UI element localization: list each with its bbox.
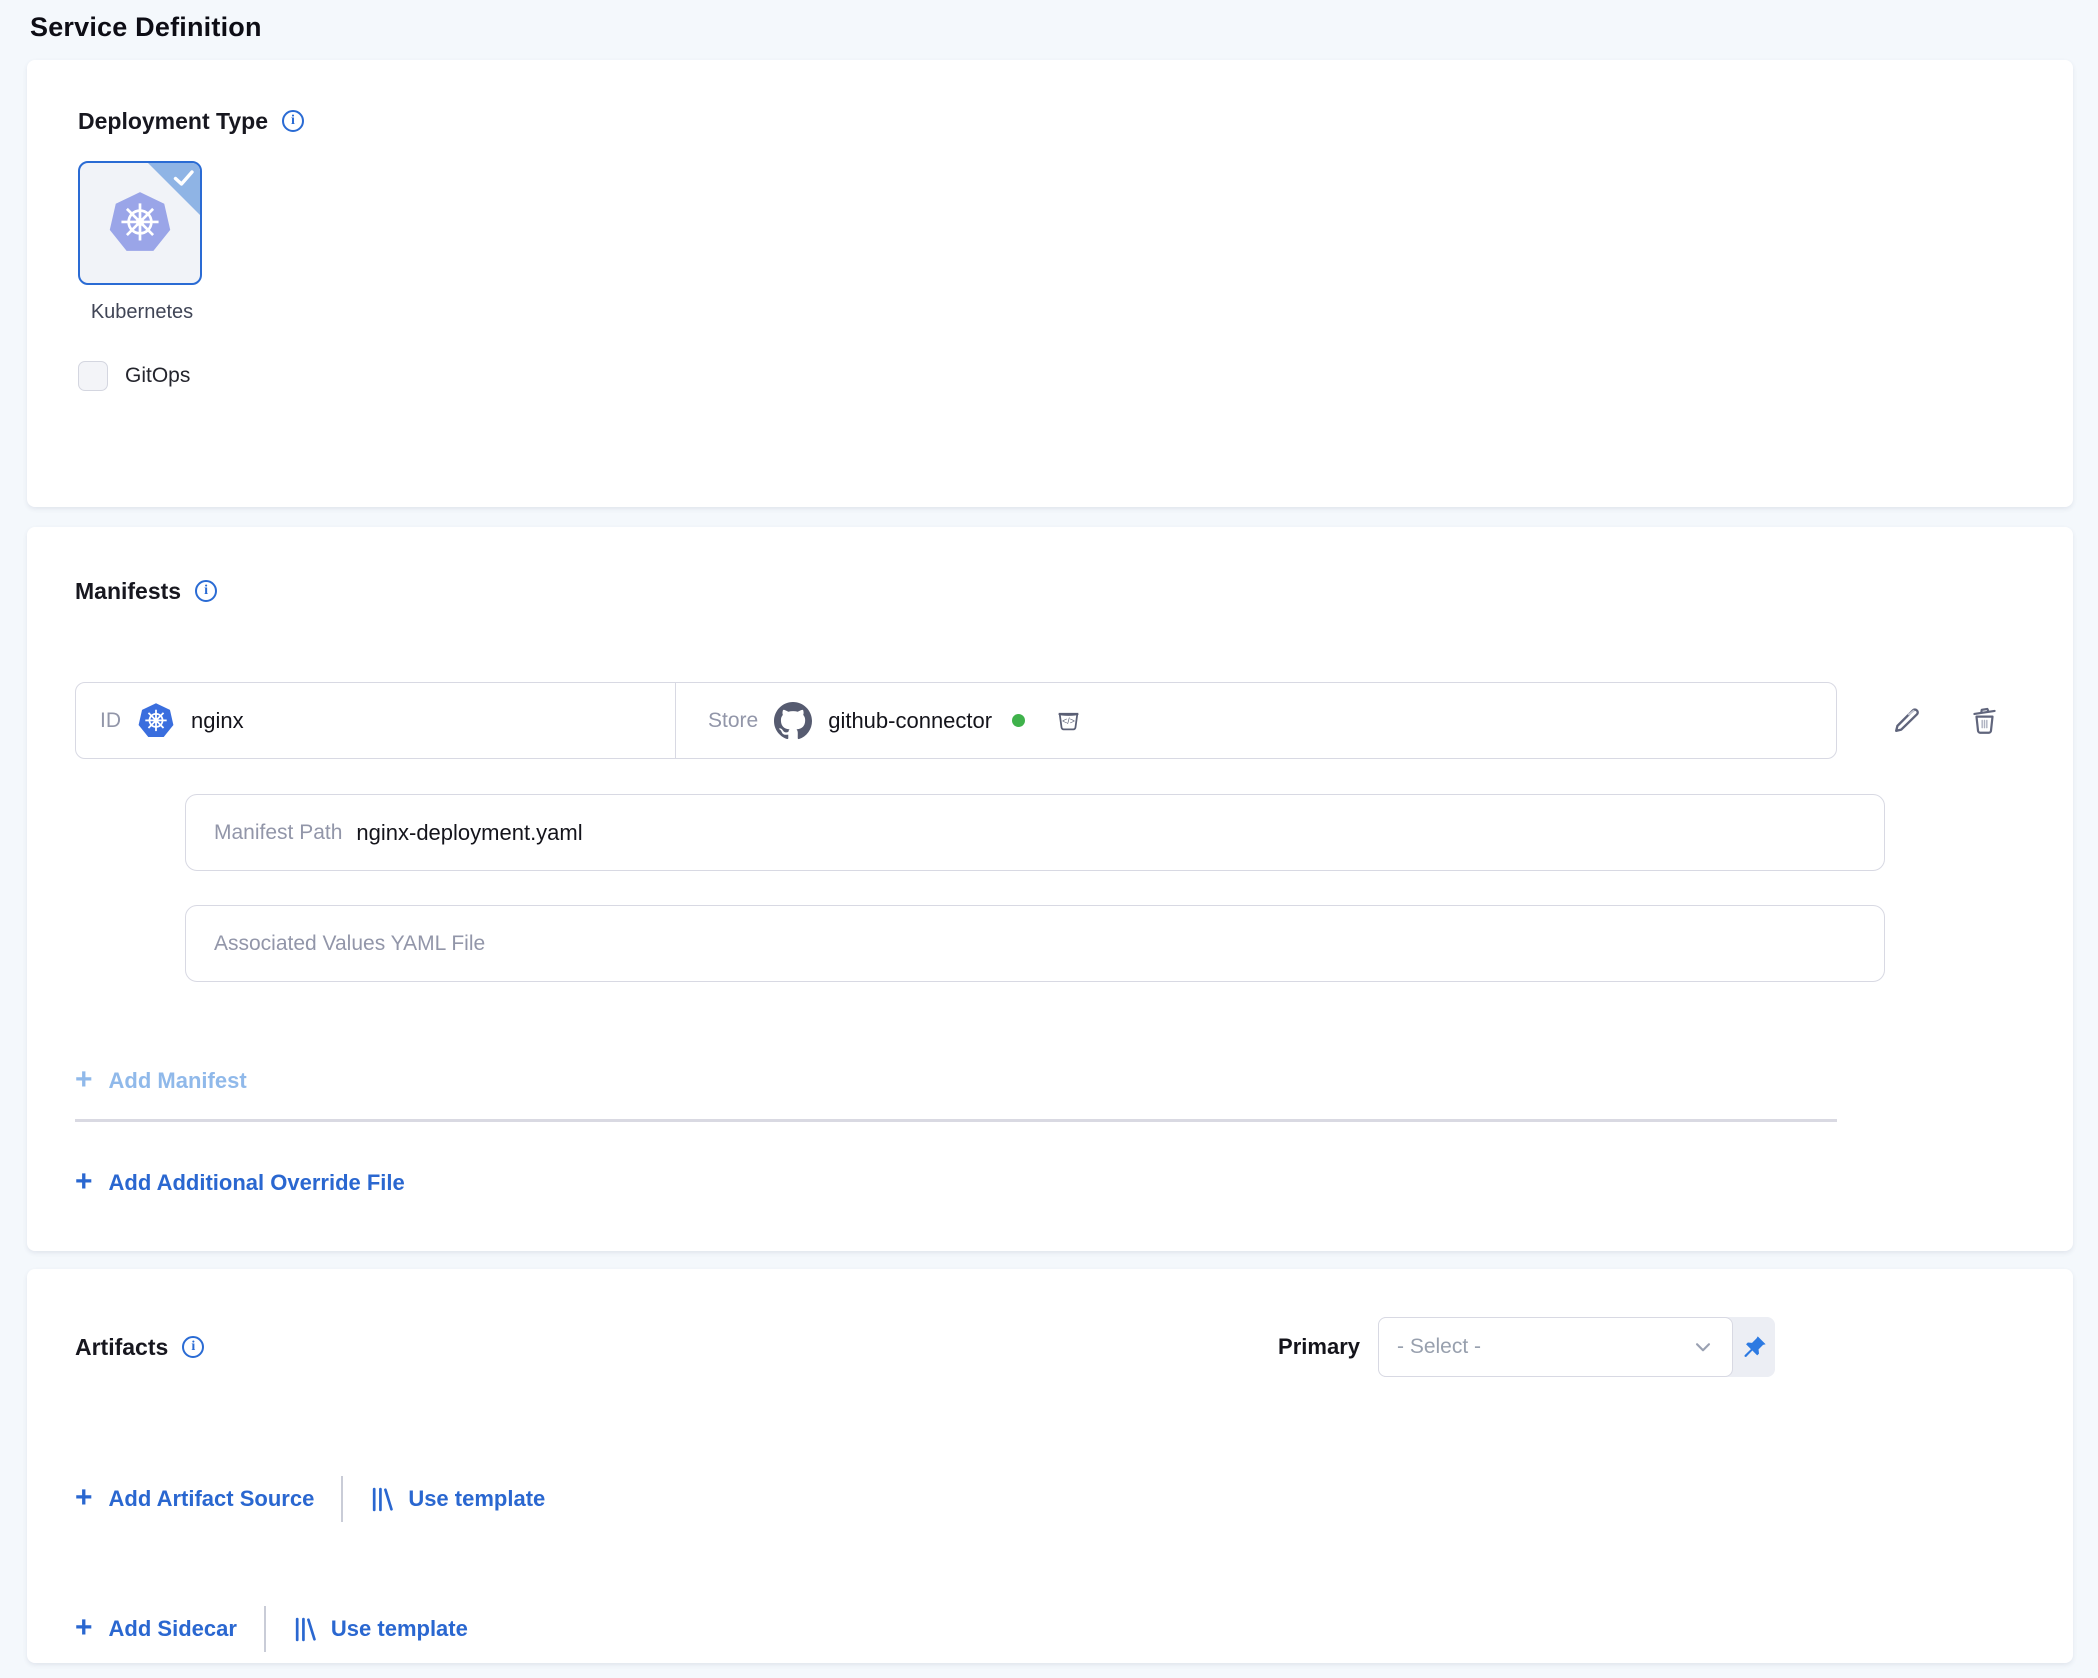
connector-status-dot: [1012, 714, 1025, 727]
artifacts-card: Artifacts Primary - Select -: [27, 1269, 2073, 1663]
add-manifest-button[interactable]: Add Manifest: [75, 1066, 247, 1096]
manifest-row-wrap: ID nginx: [75, 682, 2073, 759]
manifests-card: Manifests ID: [27, 527, 2073, 1251]
add-artifact-source-button[interactable]: Add Artifact Source: [75, 1484, 314, 1514]
template-library-icon: [370, 1486, 395, 1513]
add-override-file-button[interactable]: Add Additional Override File: [75, 1168, 405, 1198]
plus-icon: [75, 1065, 93, 1095]
use-template-sidecar-button[interactable]: Use template: [293, 1616, 468, 1643]
edit-manifest-button[interactable]: [1890, 704, 1923, 737]
chevron-down-icon: [1690, 1334, 1716, 1360]
manifest-row[interactable]: ID nginx: [75, 682, 1837, 759]
store-connector-value: github-connector: [828, 708, 992, 734]
gitops-checkbox[interactable]: [78, 361, 108, 391]
github-icon: [774, 702, 812, 740]
deployment-type-kubernetes-tile[interactable]: [78, 161, 202, 285]
code-icon[interactable]: </>: [1055, 707, 1082, 734]
plus-icon: [75, 1167, 93, 1197]
deployment-type-heading-row: Deployment Type: [78, 107, 2073, 135]
info-icon[interactable]: [282, 110, 304, 132]
manifest-id-label: ID: [100, 709, 121, 733]
plus-icon: [75, 1613, 93, 1643]
manifest-path-label: Manifest Path: [214, 821, 342, 845]
kubernetes-icon: [107, 190, 173, 256]
pin-icon: [1741, 1334, 1768, 1361]
artifacts-heading: Artifacts: [75, 1334, 168, 1361]
primary-select-value: - Select -: [1397, 1335, 1481, 1359]
gitops-label: GitOps: [125, 364, 190, 388]
manifests-heading-row: Manifests: [75, 577, 2073, 605]
info-icon[interactable]: [182, 1336, 204, 1358]
store-label: Store: [708, 709, 758, 733]
values-yaml-input[interactable]: Associated Values YAML File: [185, 905, 1885, 982]
use-template-artifact-button[interactable]: Use template: [370, 1486, 545, 1513]
sidecar-links-row: Add Sidecar Use template: [75, 1606, 2025, 1652]
primary-label: Primary: [1278, 1334, 1360, 1360]
delete-manifest-button[interactable]: [1969, 705, 2000, 736]
add-sidecar-label: Add Sidecar: [109, 1616, 237, 1642]
add-manifest-label: Add Manifest: [109, 1068, 247, 1094]
manifest-path-input[interactable]: Manifest Path nginx-deployment.yaml: [185, 794, 1885, 871]
add-override-label: Add Additional Override File: [109, 1170, 405, 1196]
primary-artifact-select[interactable]: - Select -: [1378, 1317, 1733, 1377]
use-template-label: Use template: [331, 1616, 468, 1642]
manifest-store-section[interactable]: Store github-connector </>: [676, 683, 1836, 758]
pin-button[interactable]: [1733, 1317, 1775, 1377]
check-icon: [173, 169, 195, 187]
svg-text:</>: </>: [1062, 716, 1075, 726]
manifest-row-actions: [1890, 704, 2000, 737]
page-title: Service Definition: [0, 0, 2098, 60]
links-divider: [341, 1476, 343, 1522]
gitops-row: GitOps: [78, 361, 2073, 391]
use-template-label: Use template: [408, 1486, 545, 1512]
plus-icon: [75, 1483, 93, 1513]
deployment-type-heading: Deployment Type: [78, 108, 268, 135]
values-yaml-placeholder: Associated Values YAML File: [214, 932, 485, 956]
template-library-icon: [293, 1616, 318, 1643]
links-divider: [264, 1606, 266, 1652]
manifest-id-section[interactable]: ID nginx: [76, 683, 676, 758]
manifest-path-value: nginx-deployment.yaml: [356, 820, 582, 846]
kubernetes-icon: [137, 702, 175, 740]
manifests-heading: Manifests: [75, 578, 181, 605]
primary-select-wrap: - Select -: [1378, 1317, 1775, 1377]
pencil-icon: [1890, 704, 1923, 737]
kubernetes-tile-label: Kubernetes: [78, 301, 206, 324]
info-icon[interactable]: [195, 580, 217, 602]
artifacts-header: Artifacts Primary - Select -: [75, 1317, 2025, 1377]
primary-artifact-group: Primary - Select -: [1278, 1317, 1775, 1377]
artifacts-heading-row: Artifacts: [75, 1333, 204, 1361]
manifest-id-value: nginx: [191, 708, 244, 734]
deployment-type-card: Deployment Type Kubernetes: [27, 60, 2073, 507]
artifact-source-links-row: Add Artifact Source Use template: [75, 1476, 2025, 1522]
add-artifact-source-label: Add Artifact Source: [109, 1486, 315, 1512]
trash-icon: [1969, 705, 2000, 736]
add-sidecar-button[interactable]: Add Sidecar: [75, 1614, 237, 1644]
